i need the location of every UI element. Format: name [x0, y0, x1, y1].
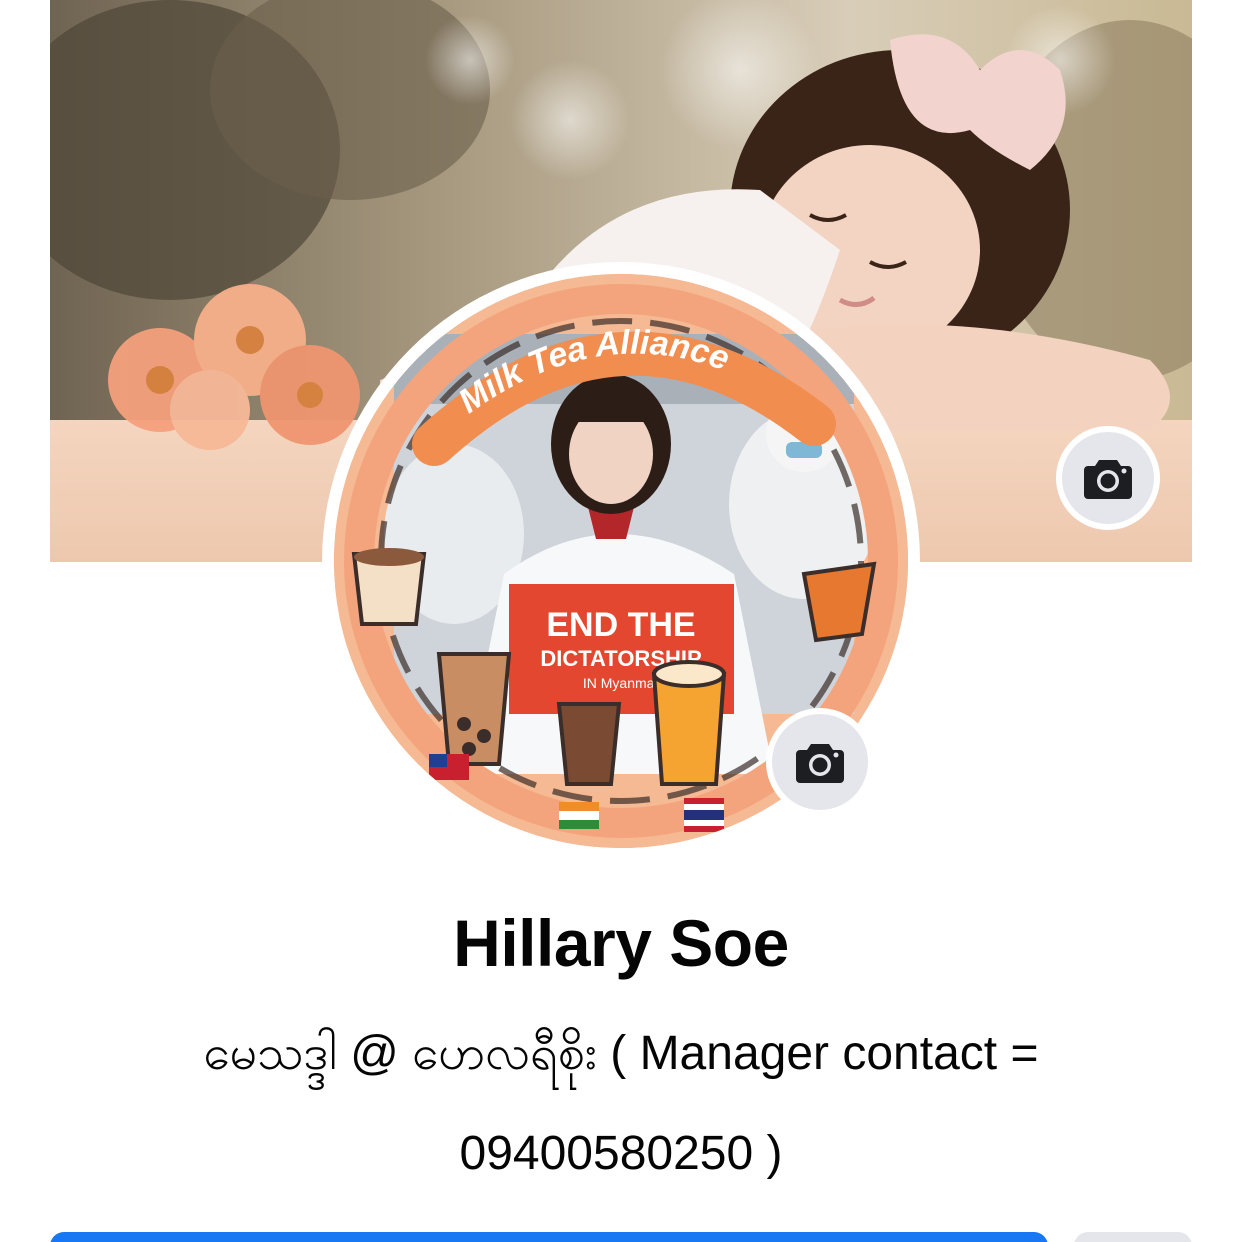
profile-picture-camera-button[interactable]	[766, 708, 874, 816]
camera-icon	[1084, 460, 1132, 499]
cover-camera-button[interactable]	[1056, 426, 1160, 530]
more-options-button[interactable]	[1074, 1232, 1192, 1242]
profile-name: Hillary Soe	[453, 906, 789, 980]
cup-boba	[436, 652, 512, 766]
profile-page: END THE DICTATORSHIP IN Myanmar Milk Tea…	[0, 0, 1242, 1242]
sign-line1: END THE	[546, 606, 695, 644]
sign-line3: IN Myanmar	[583, 675, 660, 691]
cup-left	[351, 548, 427, 626]
profile-bio: မေသဒ္ဒါ @ ဟေလရီစိုး ( Manager contact = …	[203, 1027, 1039, 1180]
cup-right	[801, 561, 877, 643]
cup-orange	[651, 660, 727, 786]
cup-chocolate	[556, 702, 622, 786]
primary-action-button[interactable]	[50, 1232, 1048, 1242]
camera-icon	[796, 744, 844, 783]
